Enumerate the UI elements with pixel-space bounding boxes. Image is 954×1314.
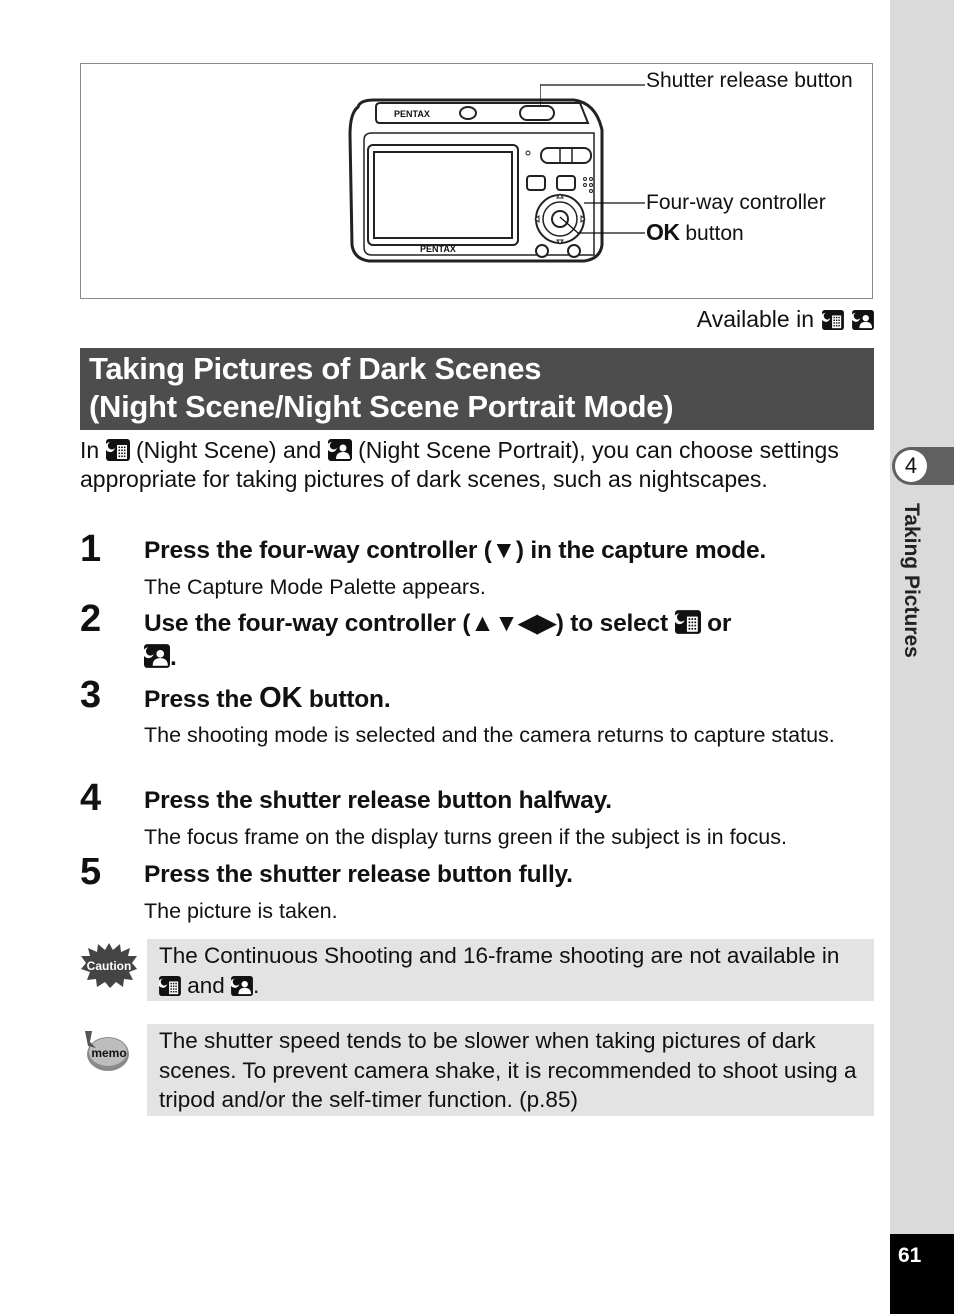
night-scene-portrait-icon bbox=[144, 644, 170, 668]
page-number: 61 bbox=[898, 1244, 922, 1267]
caution-note: The Continuous Shooting and 16-frame sho… bbox=[147, 939, 874, 1001]
night-scene-portrait-icon bbox=[231, 976, 253, 996]
ok-glyph: OK bbox=[646, 219, 680, 245]
callout-ok-suffix: button bbox=[685, 222, 744, 245]
step-2-number: 2 bbox=[80, 598, 102, 640]
intro-text-2: (Night Scene) and bbox=[135, 437, 322, 463]
intro-paragraph: In (Night Scene) and (Night Scene Portra… bbox=[80, 436, 860, 493]
step-1-number: 1 bbox=[80, 528, 102, 570]
svg-text:memo: memo bbox=[91, 1046, 126, 1060]
step-2-text-a: Use the four-way controller (▲▼◀▶) to se… bbox=[144, 610, 668, 637]
callout-shutter-release: Shutter release button bbox=[646, 69, 853, 92]
night-scene-portrait-icon bbox=[328, 439, 352, 461]
camera-brand-bottom: PENTAX bbox=[420, 244, 456, 254]
section-title-line-1: Taking Pictures of Dark Scenes bbox=[89, 351, 542, 386]
callout-lines bbox=[540, 84, 645, 234]
intro-text-1: In bbox=[80, 437, 100, 463]
available-modes: Available in bbox=[697, 306, 874, 333]
step-2-text-b: or bbox=[707, 610, 732, 637]
callout-four-way-controller: Four-way controller bbox=[646, 191, 826, 214]
night-scene-icon bbox=[822, 310, 844, 330]
caution-icon: Caution bbox=[81, 943, 137, 988]
step-3-text-b: button. bbox=[308, 686, 391, 713]
step-4-body: The focus frame on the display turns gre… bbox=[144, 825, 787, 849]
caution-text-c: . bbox=[253, 972, 260, 998]
step-3-number: 3 bbox=[80, 674, 102, 716]
night-scene-icon bbox=[106, 439, 130, 461]
chapter-number: 4 bbox=[895, 450, 927, 482]
step-1-body: The Capture Mode Palette appears. bbox=[144, 575, 486, 599]
memo-note: The shutter speed tends to be slower whe… bbox=[147, 1024, 874, 1116]
camera-brand-top: PENTAX bbox=[394, 109, 430, 119]
available-label: Available in bbox=[696, 306, 814, 332]
step-2-text-c: . bbox=[170, 644, 177, 671]
night-scene-icon bbox=[675, 610, 701, 634]
section-title-bar: Taking Pictures of Dark Scenes (Night Sc… bbox=[80, 348, 874, 430]
step-3-text-a: Press the bbox=[144, 686, 253, 713]
step-5-heading: Press the shutter release button fully. bbox=[144, 861, 573, 888]
step-3-body: The shooting mode is selected and the ca… bbox=[144, 723, 835, 747]
step-4-heading: Press the shutter release button halfway… bbox=[144, 787, 612, 814]
chapter-title: Taking Pictures bbox=[900, 503, 923, 658]
callout-ok-button: OK button bbox=[646, 219, 744, 246]
caution-text-b: and bbox=[187, 972, 225, 998]
svg-text:Caution: Caution bbox=[87, 959, 132, 973]
caution-text-a: The Continuous Shooting and 16-frame sho… bbox=[159, 943, 840, 968]
night-scene-icon bbox=[159, 976, 181, 996]
ok-glyph: OK bbox=[259, 682, 303, 714]
night-scene-portrait-icon bbox=[852, 310, 874, 330]
step-5-body: The picture is taken. bbox=[144, 899, 338, 923]
step-2-heading: Use the four-way controller (▲▼◀▶) to se… bbox=[144, 607, 874, 675]
memo-icon: memo bbox=[85, 1031, 129, 1071]
step-1-heading: Press the four-way controller (▼) in the… bbox=[144, 537, 766, 564]
step-4-number: 4 bbox=[80, 777, 102, 819]
section-title-line-2: (Night Scene/Night Scene Portrait Mode) bbox=[89, 389, 674, 424]
step-5-number: 5 bbox=[80, 851, 102, 893]
step-3-heading: Press the OK button. bbox=[144, 682, 874, 716]
